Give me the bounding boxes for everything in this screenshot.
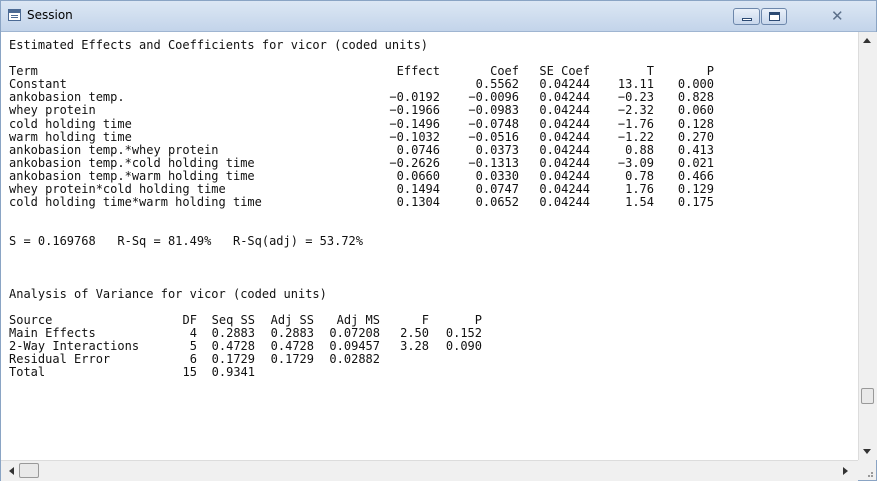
window-title: Session xyxy=(27,8,73,22)
effects-table-row: ankobasion temp.*cold holding time −0.262… xyxy=(9,155,714,170)
vertical-scroll-thumb[interactable] xyxy=(861,388,874,404)
cell-se-coef: 0.04244 xyxy=(539,129,590,144)
effects-table-row: cold holding time*warm holding time 0.130… xyxy=(9,196,714,209)
effects-table-row: cold holding time −0.1496 −0.0748 0.04244 −1… xyxy=(9,116,714,131)
minimize-button[interactable] xyxy=(733,8,760,25)
cell-term: cold holding time xyxy=(9,116,132,131)
cell-f: 3.28 xyxy=(400,339,429,354)
effects-table-row: warm holding time −0.1032 −0.0516 0.04244 −1… xyxy=(9,129,714,144)
effects-table-row: ankobasion temp. −0.0192 −0.0096 0.04244 −0.… xyxy=(9,91,714,104)
anova-table-row: Total 15 0.9341 xyxy=(9,366,714,379)
col-effect: Effect xyxy=(396,64,440,79)
cell-df: 15 xyxy=(182,365,197,380)
effects-table-row: whey protein −0.1966 −0.0983 0.04244 −2.32 0.… xyxy=(9,104,714,117)
cell-t: −1.76 xyxy=(617,116,654,131)
cell-t: −2.32 xyxy=(617,103,654,118)
vertical-scrollbar[interactable] xyxy=(858,32,877,460)
cell-seq-ss: 0.9341 xyxy=(211,365,255,380)
cell-adj-ms: 0.02882 xyxy=(329,352,380,367)
maximize-button[interactable] xyxy=(761,8,787,25)
cell-se-coef: 0.04244 xyxy=(539,103,590,118)
horizontal-scroll-thumb[interactable] xyxy=(19,463,39,478)
cell-effect: −0.1496 xyxy=(389,116,440,131)
cell-term: whey protein xyxy=(9,103,96,118)
scroll-up-icon[interactable] xyxy=(863,38,871,43)
session-window: Session ✕ Estimated Effects and Coeffici… xyxy=(0,0,877,481)
cell-coef: −0.0748 xyxy=(468,116,519,131)
cell-term: ankobasion temp.*cold holding time xyxy=(9,155,255,170)
cell-p: 0.270 xyxy=(677,129,714,144)
cell-effect: −0.2626 xyxy=(389,155,440,170)
cell-se-coef: 0.04244 xyxy=(539,155,590,170)
cell-term: ankobasion temp.*whey protein xyxy=(9,142,219,157)
cell-t: −1.22 xyxy=(617,129,654,144)
effects-heading: Estimated Effects and Coefficients for v… xyxy=(9,38,429,52)
cell-effect: 0.1304 xyxy=(396,195,440,210)
cell-se-coef: 0.04244 xyxy=(539,142,590,157)
scroll-left-icon[interactable] xyxy=(9,467,14,475)
cell-p: 0.128 xyxy=(677,116,714,131)
effects-header-row: Term Effect Coef SE Coef T P xyxy=(9,65,714,78)
anova-heading: Analysis of Variance for vicor (coded un… xyxy=(9,286,327,301)
cell-p: 0.175 xyxy=(677,195,714,210)
cell-coef: −0.0983 xyxy=(468,103,519,118)
scroll-down-icon[interactable] xyxy=(863,449,871,454)
horizontal-scrollbar[interactable] xyxy=(1,460,858,481)
cell-t: 1.54 xyxy=(625,195,654,210)
cell-p: 0.090 xyxy=(445,339,482,354)
cell-coef: 0.0373 xyxy=(475,142,519,157)
cell-p: 0.021 xyxy=(677,155,714,170)
cell-term: cold holding time*warm holding time xyxy=(9,195,262,210)
cell-coef: −0.1313 xyxy=(468,155,519,170)
cell-se-coef: 0.04244 xyxy=(539,116,590,131)
cell-t: 0.88 xyxy=(625,142,654,157)
cell-p: 0.413 xyxy=(677,142,714,157)
cell-coef: 0.0652 xyxy=(475,195,519,210)
cell-se-coef: 0.04244 xyxy=(539,195,590,210)
close-button[interactable]: ✕ xyxy=(813,7,861,25)
cell-coef: −0.0516 xyxy=(468,129,519,144)
session-output[interactable]: Estimated Effects and Coefficients for v… xyxy=(1,32,858,460)
effects-table-body: Constant 0.5562 0.04244 13.11 0.000 ankobasio… xyxy=(9,78,714,209)
minimize-icon xyxy=(742,18,752,21)
cell-t: −3.09 xyxy=(617,155,654,170)
scroll-right-icon[interactable] xyxy=(843,467,848,475)
cell-source: Total xyxy=(9,365,46,380)
cell-term: warm holding time xyxy=(9,129,132,144)
title-bar[interactable]: Session ✕ xyxy=(1,1,876,32)
model-summary: S = 0.169768 R-Sq = 81.49% R-Sq(adj) = 5… xyxy=(9,234,364,249)
anova-table-body: Main Effects 4 0.2883 0.2883 0.07208 2.50 0.15… xyxy=(9,326,714,379)
effects-table-row: ankobasion temp.*whey protein 0.0746 0.037… xyxy=(9,142,714,157)
cell-effect: −0.1032 xyxy=(389,129,440,144)
cell-p: 0.060 xyxy=(677,103,714,118)
maximize-icon xyxy=(769,12,780,21)
cell-effect: −0.1966 xyxy=(389,103,440,118)
anova-table-row: Residual Error 6 0.1729 0.1729 0.02882 xyxy=(9,353,714,366)
cell-adj-ss: 0.1729 xyxy=(270,352,314,367)
close-icon: ✕ xyxy=(831,7,844,25)
session-window-icon xyxy=(8,9,21,21)
cell-effect: 0.0746 xyxy=(396,142,440,157)
resize-grip-icon[interactable] xyxy=(858,460,876,480)
